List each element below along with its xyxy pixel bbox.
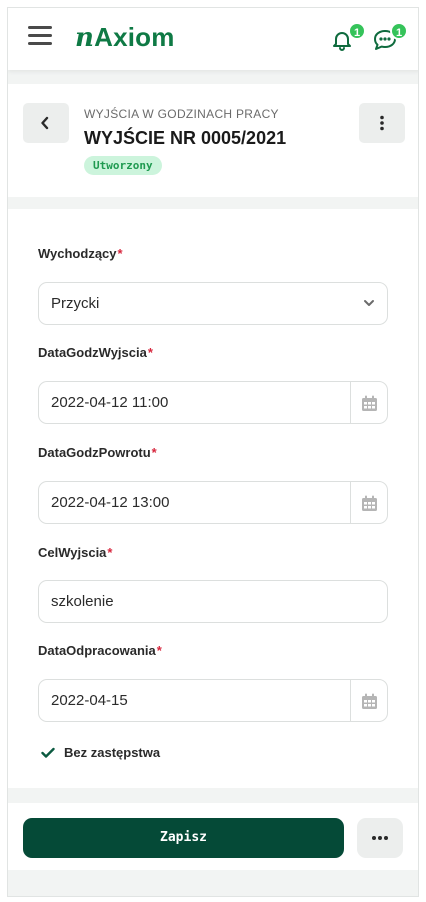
edit-form: Wychodzący* Przycki DataGodzWyjscia* 202… <box>8 209 418 788</box>
data-godz-wyjscia-label-text: DataGodzWyjscia <box>38 345 147 360</box>
required-mark: * <box>117 246 123 261</box>
messages-button[interactable]: 1 <box>372 22 408 56</box>
required-mark: * <box>156 643 162 658</box>
hamburger-icon[interactable] <box>28 26 52 50</box>
cel-wyjscia-label-text: CelWyjscia <box>38 545 107 560</box>
data-odpracowania-label-text: DataOdpracowania <box>38 643 156 658</box>
chevron-down-icon <box>364 300 374 306</box>
logo-text: Axiom <box>94 22 175 52</box>
data-godz-powrotu-label: DataGodzPowrotu* <box>38 445 157 460</box>
app-frame: nAxiom 1 1 WYJŚCIA W GODZINACH PRACY WYJ… <box>7 7 419 897</box>
data-godz-powrotu-calendar-button[interactable] <box>350 482 387 523</box>
cel-wyjscia-input[interactable]: szkolenie <box>38 580 388 623</box>
wychodzacy-value: Przycki <box>51 295 100 312</box>
calendar-icon <box>362 495 377 511</box>
top-app-bar: nAxiom 1 1 <box>8 8 418 70</box>
action-bar: Zapisz <box>8 803 418 870</box>
required-mark: * <box>151 445 157 460</box>
breadcrumb[interactable]: WYJŚCIA W GODZINACH PRACY <box>84 107 279 121</box>
calendar-icon <box>362 395 377 411</box>
page-title: WYJŚCIE NR 0005/2021 <box>84 128 287 148</box>
data-godz-wyjscia-value: 2022-04-12 11:00 <box>51 394 169 411</box>
data-godz-wyjscia-calendar-button[interactable] <box>350 382 387 423</box>
messages-badge: 1 <box>390 22 408 40</box>
data-odpracowania-calendar-button[interactable] <box>350 680 387 721</box>
wychodzacy-label-text: Wychodzący <box>38 246 117 261</box>
data-odpracowania-value: 2022-04-15 <box>51 692 128 709</box>
record-actions-button[interactable] <box>359 103 405 143</box>
data-godz-powrotu-input[interactable]: 2022-04-12 13:00 <box>38 481 388 524</box>
more-actions-button[interactable] <box>357 818 403 858</box>
ellipsis-horizontal-icon <box>372 836 388 840</box>
calendar-icon <box>362 693 377 709</box>
notifications-badge: 1 <box>348 22 366 40</box>
bez-zastepstwa-checkbox[interactable] <box>38 743 58 763</box>
cel-wyjscia-label: CelWyjscia* <box>38 545 112 560</box>
app-logo[interactable]: nAxiom <box>75 22 175 53</box>
logo-prefix: n <box>75 23 95 53</box>
record-header: WYJŚCIA W GODZINACH PRACY WYJŚCIE NR 000… <box>8 84 418 197</box>
data-odpracowania-label: DataOdpracowania* <box>38 643 162 658</box>
cel-wyjscia-value: szkolenie <box>51 593 114 610</box>
required-mark: * <box>147 345 153 360</box>
required-mark: * <box>107 545 113 560</box>
wychodzacy-select[interactable]: Przycki <box>38 282 388 325</box>
bez-zastepstwa-label[interactable]: Bez zastępstwa <box>64 745 160 760</box>
kebab-vertical-icon <box>380 115 384 131</box>
check-icon <box>41 747 55 758</box>
data-odpracowania-input[interactable]: 2022-04-15 <box>38 679 388 722</box>
status-badge: Utworzony <box>84 156 162 175</box>
back-button[interactable] <box>23 103 69 143</box>
data-godz-powrotu-label-text: DataGodzPowrotu <box>38 445 151 460</box>
chevron-left-icon <box>41 116 49 130</box>
save-button[interactable]: Zapisz <box>23 818 344 858</box>
data-godz-powrotu-value: 2022-04-12 13:00 <box>51 494 170 511</box>
notifications-button[interactable]: 1 <box>330 22 366 56</box>
wychodzacy-label: Wychodzący* <box>38 246 123 261</box>
data-godz-wyjscia-input[interactable]: 2022-04-12 11:00 <box>38 381 388 424</box>
data-godz-wyjscia-label: DataGodzWyjscia* <box>38 345 153 360</box>
